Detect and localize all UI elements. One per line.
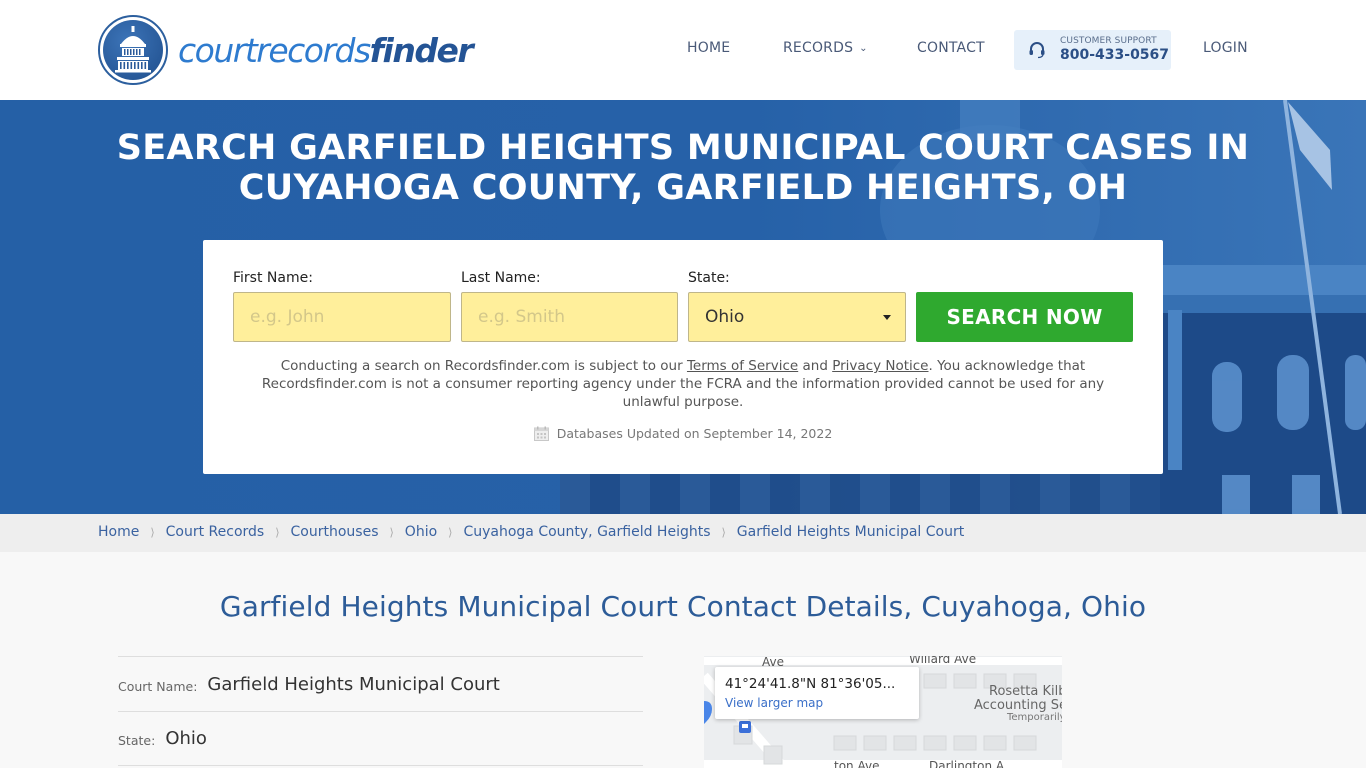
support-phone[interactable]: 800-433-0567 <box>1060 47 1169 63</box>
map-place-name: Accounting Se <box>974 698 1062 713</box>
map-street-label: ton Ave <box>834 759 880 768</box>
map-street-label: Darlington A <box>929 759 1005 768</box>
court-details-list: Court Name: Garfield Heights Municipal C… <box>118 656 643 766</box>
logo-wordmark: courtrecordsfinder <box>178 30 474 70</box>
breadcrumb-home[interactable]: Home <box>98 524 139 540</box>
databases-updated: Databases Updated on September 14, 2022 <box>203 426 1163 441</box>
search-disclaimer: Conducting a search on Recordsfinder.com… <box>261 358 1105 410</box>
breadcrumb-county[interactable]: Cuyahoga County, Garfield Heights <box>463 524 710 540</box>
map-street-label: Willard Ave <box>909 656 977 666</box>
breadcrumb-courthouses[interactable]: Courthouses <box>291 524 379 540</box>
breadcrumb-ohio[interactable]: Ohio <box>405 524 437 540</box>
last-name-input[interactable]: e.g. Smith <box>461 292 678 342</box>
site-logo[interactable]: courtrecordsfinder <box>98 15 474 85</box>
last-name-label: Last Name: <box>461 270 541 286</box>
detail-value: Garfield Heights Municipal Court <box>207 673 500 695</box>
detail-value: Ohio <box>165 728 207 749</box>
hero-section: SEARCH GARFIELD HEIGHTS MUNICIPAL COURT … <box>0 100 1366 514</box>
privacy-notice-link[interactable]: Privacy Notice <box>832 358 928 374</box>
breadcrumb-court-records[interactable]: Court Records <box>166 524 265 540</box>
map-coordinates: 41°24'41.8"N 81°36'05... <box>725 676 896 692</box>
dropdown-caret-icon <box>883 315 891 320</box>
detail-row-court-name: Court Name: Garfield Heights Municipal C… <box>118 656 643 711</box>
chevron-right-icon: ⟩ <box>448 525 453 539</box>
first-name-input[interactable]: e.g. John <box>233 292 451 342</box>
hero-title-line-2: CUYAHOGA COUNTY, GARFIELD HEIGHTS, OH <box>238 168 1128 208</box>
map-info-window: 41°24'41.8"N 81°36'05... View larger map <box>715 667 919 719</box>
first-name-label: First Name: <box>233 270 313 286</box>
chevron-right-icon: ⟩ <box>721 525 726 539</box>
map-place-status: Temporarily <box>1007 712 1062 723</box>
hero-title-line-1: SEARCH GARFIELD HEIGHTS MUNICIPAL COURT … <box>116 128 1250 168</box>
map-place-name: Rosetta Kilb <box>989 684 1062 699</box>
search-now-button[interactable]: SEARCH NOW <box>916 292 1133 342</box>
detail-label: State: <box>118 733 156 748</box>
chevron-right-icon: ⟩ <box>275 525 280 539</box>
breadcrumb: Home ⟩ Court Records ⟩ Courthouses ⟩ Ohi… <box>98 524 964 540</box>
updated-text: Databases Updated on September 14, 2022 <box>556 426 833 441</box>
view-larger-map-link[interactable]: View larger map <box>725 696 823 710</box>
embedded-map[interactable]: Willard Ave Ave ton Ave Darlington A Ros… <box>704 656 1062 768</box>
hero-title: SEARCH GARFIELD HEIGHTS MUNICIPAL COURT … <box>0 128 1366 208</box>
customer-support-box[interactable]: CUSTOMER SUPPORT 800-433-0567 <box>1014 30 1171 70</box>
breadcrumb-current[interactable]: Garfield Heights Municipal Court <box>737 524 964 540</box>
headset-icon <box>1029 42 1045 59</box>
capitol-seal-icon <box>98 15 168 85</box>
nav-records[interactable]: RECORDS ⌄ <box>783 40 868 56</box>
chevron-right-icon: ⟩ <box>150 525 155 539</box>
nav-records-label: RECORDS <box>783 40 854 56</box>
page-title: Garfield Heights Municipal Court Contact… <box>219 590 1147 623</box>
state-select[interactable]: Ohio <box>688 292 906 342</box>
detail-label: Court Name: <box>118 678 198 694</box>
nav-home[interactable]: HOME <box>687 40 730 56</box>
nav-contact[interactable]: CONTACT <box>917 40 985 56</box>
site-header: courtrecordsfinder HOME RECORDS ⌄ CONTACT… <box>0 0 1366 100</box>
search-form: First Name: e.g. John Last Name: e.g. Sm… <box>203 240 1163 474</box>
calendar-icon <box>533 426 549 441</box>
chevron-down-icon: ⌄ <box>859 43 868 54</box>
breadcrumb-bar: Home ⟩ Court Records ⟩ Courthouses ⟩ Ohi… <box>0 514 1366 552</box>
detail-row-state: State: Ohio <box>118 711 643 766</box>
terms-of-service-link[interactable]: Terms of Service <box>687 358 798 374</box>
support-label: CUSTOMER SUPPORT <box>1060 36 1157 46</box>
chevron-right-icon: ⟩ <box>389 525 394 539</box>
state-label: State: <box>688 270 730 286</box>
state-select-value: Ohio <box>705 307 745 327</box>
nav-login[interactable]: LOGIN <box>1203 40 1248 56</box>
